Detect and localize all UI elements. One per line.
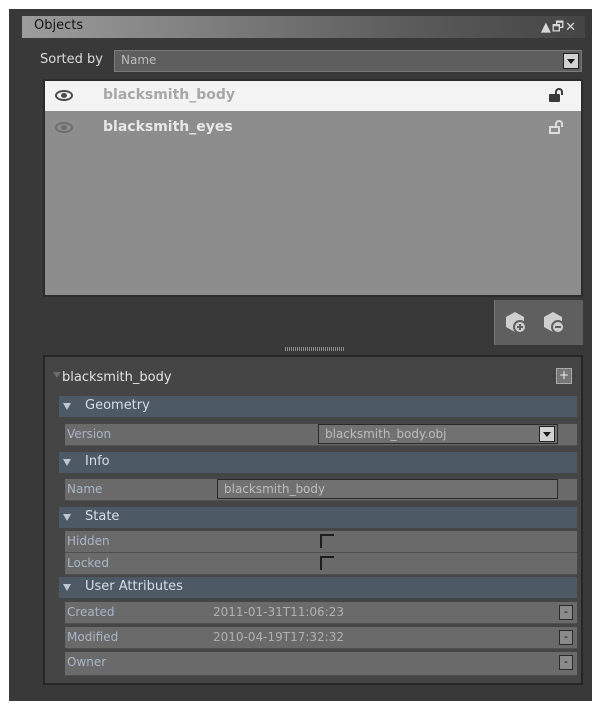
property-label: Version: [67, 427, 112, 441]
panel-window-controls[interactable]: ▲🗗✕: [541, 18, 577, 40]
object-name: blacksmith_eyes: [103, 119, 233, 135]
unlocked-icon[interactable]: [549, 88, 565, 102]
section-title: Geometry: [85, 398, 150, 413]
section-title: Info: [85, 454, 110, 469]
property-label: Hidden: [67, 534, 110, 548]
property-value: 2011-01-31T11:06:23: [213, 605, 344, 619]
collapse-triangle-icon[interactable]: [53, 372, 61, 378]
section-info[interactable]: Info: [59, 452, 577, 473]
unlocked-icon[interactable]: [549, 120, 565, 134]
property-label: Modified: [67, 630, 119, 644]
property-value: 2010-04-19T17:32:32: [213, 630, 344, 644]
property-row-hidden: Hidden: [65, 531, 577, 553]
locked-checkbox[interactable]: [320, 556, 334, 570]
collapse-triangle-icon[interactable]: [63, 459, 71, 466]
properties-title: blacksmith_body: [62, 370, 172, 385]
name-input[interactable]: blacksmith_body: [217, 479, 558, 499]
section-user-attributes[interactable]: User Attributes: [59, 577, 577, 598]
remove-attribute-button[interactable]: -: [559, 655, 573, 670]
hidden-checkbox[interactable]: [320, 534, 334, 548]
property-label: Owner: [67, 655, 107, 669]
sorted-by-label: Sorted by: [40, 52, 103, 67]
object-actions-bar: [494, 300, 583, 345]
property-label: Locked: [67, 556, 109, 570]
collapse-triangle-icon[interactable]: [63, 584, 71, 591]
property-label: Created: [67, 605, 115, 619]
dropdown-arrow-icon[interactable]: [563, 53, 579, 69]
sort-dropdown[interactable]: Name: [114, 50, 582, 72]
object-name: blacksmith_body: [103, 87, 236, 103]
property-row-locked: Locked: [65, 553, 577, 575]
panel-splitter-handle[interactable]: [285, 347, 345, 351]
remove-attribute-button[interactable]: -: [559, 630, 573, 645]
section-geometry[interactable]: Geometry: [59, 396, 577, 417]
remove-object-icon[interactable]: [543, 310, 565, 334]
dropdown-arrow-icon[interactable]: [539, 426, 555, 442]
property-row-modified: Modified 2010-04-19T17:32:32 -: [65, 627, 577, 649]
section-title: User Attributes: [85, 579, 183, 594]
sort-dropdown-value: Name: [121, 53, 157, 67]
collapse-triangle-icon[interactable]: [63, 403, 71, 410]
visibility-eye-icon[interactable]: [55, 90, 73, 101]
object-row-blacksmith-body[interactable]: blacksmith_body: [45, 81, 581, 111]
visibility-eye-icon[interactable]: [55, 122, 73, 133]
property-row-version: Version blacksmith_body.obj: [65, 424, 577, 446]
add-attribute-button[interactable]: +: [556, 368, 572, 384]
property-row-created: Created 2011-01-31T11:06:23 -: [65, 602, 577, 624]
property-label: Name: [67, 482, 103, 496]
section-title: State: [85, 509, 120, 524]
panel-title: Objects: [34, 18, 84, 33]
add-object-icon[interactable]: [505, 310, 527, 334]
name-value: blacksmith_body: [224, 482, 326, 496]
object-row-blacksmith-eyes[interactable]: blacksmith_eyes: [45, 113, 581, 143]
property-row-name: Name blacksmith_body: [65, 479, 577, 501]
panel-titlebar: Objects ▲🗗✕: [22, 16, 585, 38]
collapse-triangle-icon[interactable]: [63, 514, 71, 521]
object-list: blacksmith_body blacksmith_eyes: [43, 79, 583, 297]
property-row-owner: Owner -: [65, 652, 577, 676]
remove-attribute-button[interactable]: -: [559, 605, 573, 620]
version-value: blacksmith_body.obj: [325, 427, 447, 441]
section-state[interactable]: State: [59, 507, 577, 528]
version-dropdown[interactable]: blacksmith_body.obj: [318, 424, 558, 444]
